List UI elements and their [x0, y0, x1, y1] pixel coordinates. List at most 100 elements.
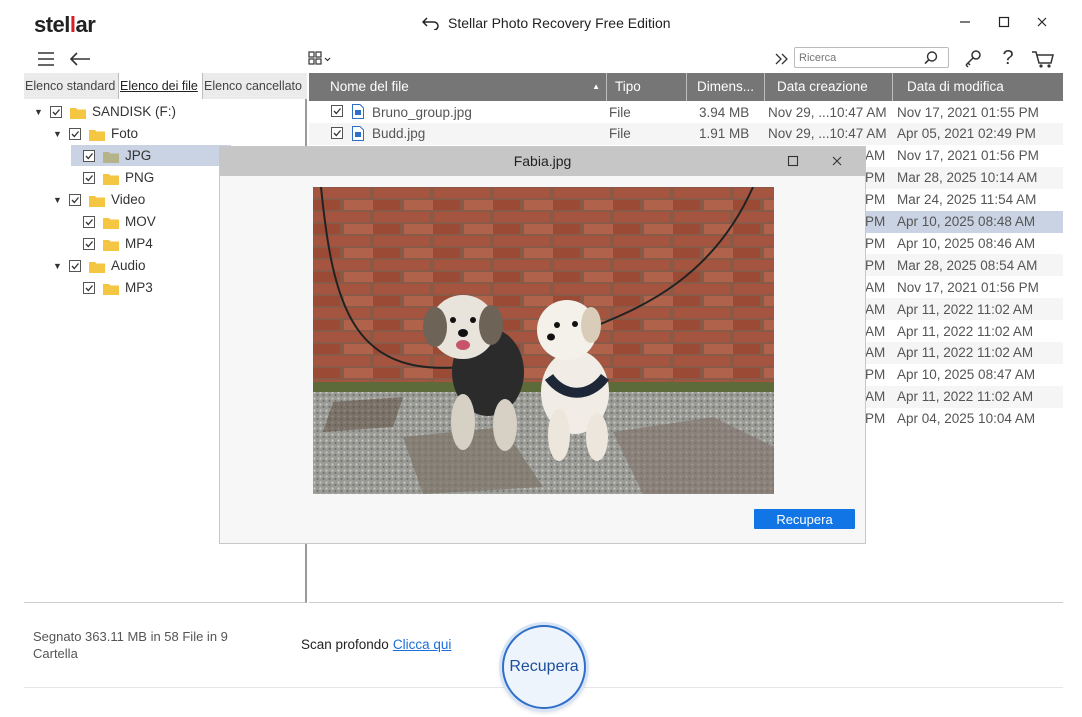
tree-item[interactable]: PNG — [73, 167, 154, 188]
checkbox[interactable] — [83, 171, 95, 184]
tree-item[interactable]: MP3 — [73, 277, 153, 298]
tree-item[interactable]: ▼ Foto — [53, 123, 138, 144]
expand-caret-icon[interactable]: ▼ — [53, 129, 63, 139]
preview-close-icon[interactable] — [827, 151, 847, 171]
expand-caret-icon[interactable]: ▼ — [53, 195, 63, 205]
search-icon[interactable] — [923, 50, 939, 66]
tree-item-label: MOV — [125, 214, 156, 229]
cart-icon[interactable] — [1030, 48, 1056, 70]
stellar-logo: stellar — [34, 12, 96, 37]
tree-item-label: Video — [111, 192, 146, 207]
recover-button[interactable]: Recupera — [502, 625, 586, 709]
tree-item-label: JPG — [125, 148, 152, 163]
scan-status: Segnato 363.11 MB in 58 File in 9 Cartel… — [33, 629, 228, 661]
tree-item-label: MP4 — [125, 236, 153, 251]
file-modified: Apr 10, 2025 08:47 AM — [897, 367, 1036, 383]
close-icon[interactable] — [1032, 12, 1052, 32]
tree-item[interactable]: MP4 — [73, 233, 153, 254]
title-bar: stellar Stellar Photo Recovery Free Edit… — [24, 0, 1063, 46]
back-arrow-icon[interactable] — [422, 16, 440, 30]
file-created: Nov 29, ...10:47 AM — [768, 104, 887, 120]
file-modified: Apr 10, 2025 08:46 AM — [897, 235, 1036, 251]
file-created: PM — [865, 235, 886, 251]
tab-standard-list[interactable]: Elenco standard — [24, 73, 119, 99]
folder-icon — [103, 282, 119, 295]
list-tabs: Elenco standard Elenco dei file Elenco c… — [24, 73, 307, 99]
checkbox[interactable] — [69, 127, 81, 140]
preview-dialog: Fabia.jpg Recupera — [220, 147, 865, 543]
file-created: AM — [865, 345, 886, 361]
tab-deleted-list[interactable]: Elenco cancellato — [203, 73, 307, 99]
checkbox[interactable] — [69, 259, 81, 272]
column-modified[interactable]: Data di modifica — [893, 73, 1063, 101]
tree-item[interactable]: ▼ Audio — [53, 255, 146, 276]
file-type: File — [609, 104, 631, 120]
tree-item-label: Audio — [111, 258, 146, 273]
file-created: PM — [865, 411, 886, 427]
file-created: PM — [865, 192, 886, 208]
file-created: PM — [865, 170, 886, 186]
file-list-header: Nome del file ▲ Tipo Dimens... Data crea… — [309, 73, 1063, 101]
app-title: Stellar Photo Recovery Free Edition — [448, 15, 671, 31]
sort-up-icon: ▲ — [592, 82, 600, 91]
tree-item[interactable]: JPG — [71, 145, 232, 166]
checkbox[interactable] — [83, 281, 95, 294]
file-row[interactable]: Budd.jpg File 1.91 MB Nov 29, ...10:47 AM Ap… — [309, 122, 1063, 145]
file-created: AM — [865, 148, 886, 164]
key-icon[interactable] — [962, 48, 984, 70]
file-row[interactable]: Bruno_group.jpg File 3.94 MB Nov 29, ...10:… — [309, 101, 1063, 123]
folder-icon — [103, 172, 119, 185]
help-icon[interactable]: ? — [998, 47, 1018, 69]
maximize-icon[interactable] — [994, 12, 1014, 32]
checkbox[interactable] — [83, 149, 95, 162]
folder-icon — [89, 260, 105, 273]
search-box — [794, 47, 949, 68]
file-modified: Apr 10, 2025 08:48 AM — [897, 214, 1036, 229]
column-type[interactable]: Tipo — [607, 73, 687, 101]
expand-chevron-icon[interactable] — [773, 49, 791, 69]
toolbar: ? — [24, 46, 1063, 72]
file-created: Nov 29, ...10:47 AM — [768, 126, 887, 142]
deep-scan: Scan profondo Clicca qui — [301, 637, 451, 652]
file-created: PM — [865, 214, 886, 229]
expand-caret-icon[interactable]: ▼ — [34, 107, 44, 117]
checkbox[interactable] — [83, 237, 95, 250]
checkbox[interactable] — [83, 215, 95, 228]
file-created: AM — [865, 323, 886, 339]
file-name: Bruno_group.jpg — [372, 104, 472, 120]
window-title: Stellar Photo Recovery Free Edition — [422, 15, 671, 31]
preview-title-bar: Fabia.jpg — [220, 147, 865, 176]
checkbox[interactable] — [69, 193, 81, 206]
file-created: AM — [865, 279, 886, 295]
expand-caret-icon[interactable]: ▼ — [53, 261, 63, 271]
file-modified: Mar 28, 2025 08:54 AM — [897, 257, 1038, 273]
minimize-icon[interactable] — [955, 12, 975, 32]
deep-scan-label: Scan profondo — [301, 637, 389, 652]
file-modified: Apr 11, 2022 11:02 AM — [897, 301, 1034, 317]
tree-item-label: MP3 — [125, 280, 153, 295]
file-checkbox[interactable] — [331, 126, 343, 139]
column-created[interactable]: Data creazione — [765, 73, 893, 101]
file-created: PM — [865, 257, 886, 273]
file-name: Budd.jpg — [372, 126, 426, 142]
preview-recover-button[interactable]: Recupera — [754, 509, 855, 529]
search-input[interactable] — [795, 48, 923, 67]
folder-icon — [70, 106, 86, 119]
menu-icon[interactable] — [36, 49, 56, 69]
image-file-icon — [352, 125, 364, 144]
back-icon[interactable] — [68, 49, 92, 69]
column-file-name[interactable]: Nome del file ▲ — [309, 73, 607, 101]
file-created: PM — [865, 367, 886, 383]
checkbox[interactable] — [50, 105, 62, 118]
tree-item[interactable]: ▼ Video — [53, 189, 145, 210]
tree-item[interactable]: MOV — [73, 211, 156, 232]
tab-file-list[interactable]: Elenco dei file — [119, 73, 203, 99]
tree-item[interactable]: ▼ SANDISK (F:) — [34, 101, 176, 122]
preview-maximize-icon[interactable] — [783, 151, 803, 171]
file-size: 1.91 MB — [699, 126, 750, 142]
deep-scan-link[interactable]: Clicca qui — [393, 637, 452, 652]
view-grid-icon[interactable] — [308, 49, 334, 69]
column-size[interactable]: Dimens... — [687, 73, 765, 101]
file-checkbox[interactable] — [331, 105, 343, 117]
file-modified: Mar 28, 2025 10:14 AM — [897, 170, 1038, 186]
